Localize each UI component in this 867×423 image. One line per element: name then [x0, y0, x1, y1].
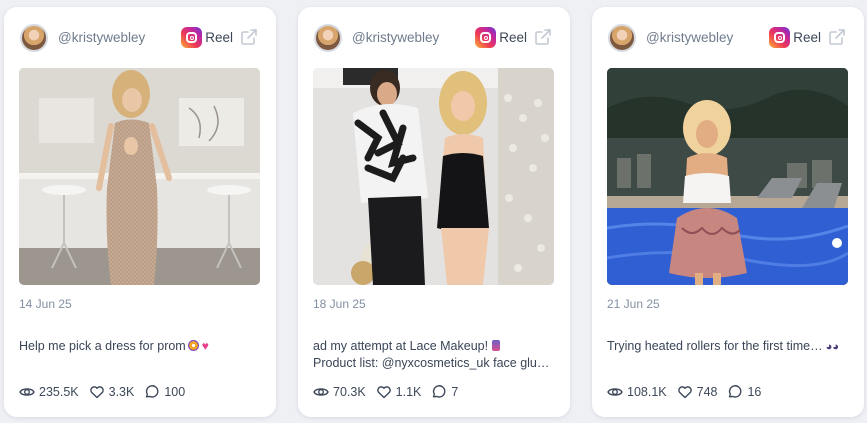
likes-count: 3.3K — [108, 385, 135, 399]
likes-count: 748 — [696, 385, 718, 399]
post-date: 14 Jun 25 — [19, 297, 72, 311]
post-date: 18 Jun 25 — [313, 297, 366, 311]
post-card[interactable]: @kristywebley Reel — [592, 7, 864, 417]
eyes-icon: ◕◕ — [825, 341, 839, 353]
instagram-icon — [181, 27, 202, 48]
comments-stat: 16 — [727, 384, 761, 400]
caption-text: Trying heated rollers for the first time… — [607, 339, 823, 353]
post-caption: Trying heated rollers for the first time… — [607, 338, 850, 356]
eye-icon — [607, 388, 623, 396]
views-count: 108.1K — [627, 385, 667, 399]
views-stat: 235.5K — [19, 384, 79, 400]
post-thumbnail[interactable] — [313, 68, 554, 285]
post-header: @kristywebley Reel — [608, 23, 846, 53]
post-caption: Help me pick a dress for prom ♥ — [19, 338, 262, 355]
username[interactable]: @kristywebley — [58, 30, 145, 45]
comment-icon — [729, 385, 742, 398]
views-stat: 70.3K — [313, 384, 366, 400]
username[interactable]: @kristywebley — [352, 30, 439, 45]
external-link-icon[interactable] — [534, 28, 552, 46]
comment-icon — [146, 385, 159, 398]
external-link-icon[interactable] — [828, 28, 846, 46]
comments-stat: 7 — [431, 384, 458, 400]
username[interactable]: @kristywebley — [646, 30, 733, 45]
comments-stat: 100 — [144, 384, 185, 400]
eye-icon — [313, 388, 329, 396]
emoji-icon — [187, 340, 199, 351]
avatar[interactable] — [608, 24, 636, 52]
post-stats: 235.5K 3.3K 100 — [19, 383, 266, 401]
heart-icon — [89, 386, 104, 399]
comments-count: 100 — [164, 385, 186, 399]
post-type-label: Reel — [205, 30, 233, 45]
eye-icon — [19, 388, 35, 396]
views-count: 70.3K — [333, 385, 366, 399]
post-type-label: Reel — [499, 30, 527, 45]
likes-stat: 1.1K — [376, 384, 422, 400]
post-card[interactable]: @kristywebley Reel — [4, 7, 276, 417]
post-header: @kristywebley Reel — [314, 23, 552, 53]
post-stats: 70.3K 1.1K 7 — [313, 383, 560, 401]
comments-count: 7 — [451, 385, 459, 399]
caption-text: Help me pick a dress for prom — [19, 339, 186, 353]
instagram-icon — [769, 27, 790, 48]
post-card[interactable]: @kristywebley Reel — [298, 7, 570, 417]
post-thumbnail[interactable] — [19, 68, 260, 285]
thread-icon — [492, 340, 501, 351]
post-stats: 108.1K 748 16 — [607, 383, 854, 401]
caption-text: ad my attempt at Lace Makeup! — [313, 339, 489, 353]
avatar[interactable] — [20, 24, 48, 52]
caption-text: Product list: @nyxcosmetics_uk face glu… — [313, 356, 550, 370]
likes-stat: 3.3K — [89, 384, 135, 400]
comments-count: 16 — [747, 385, 762, 399]
instagram-icon — [475, 27, 496, 48]
views-count: 235.5K — [39, 385, 79, 399]
post-thumbnail[interactable] — [607, 68, 848, 285]
views-stat: 108.1K — [607, 384, 667, 400]
pink-heart-icon: ♥ — [201, 339, 209, 353]
avatar[interactable] — [314, 24, 342, 52]
post-date: 21 Jun 25 — [607, 297, 660, 311]
post-type-label: Reel — [793, 30, 821, 45]
external-link-icon[interactable] — [240, 28, 258, 46]
likes-count: 1.1K — [395, 385, 422, 399]
likes-stat: 748 — [677, 384, 718, 400]
post-caption: ad my attempt at Lace Makeup! Product li… — [313, 338, 556, 372]
post-feed: @kristywebley Reel 14 Jun 25 Help me pic… — [0, 0, 867, 423]
heart-icon — [677, 386, 692, 399]
heart-icon — [376, 386, 391, 399]
post-header: @kristywebley Reel — [20, 23, 258, 53]
comment-icon — [433, 385, 446, 398]
